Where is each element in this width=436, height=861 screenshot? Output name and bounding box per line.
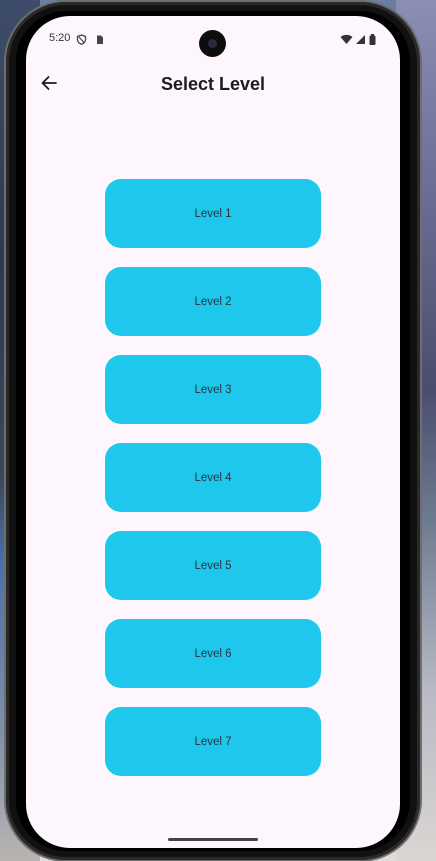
app-screen: 5:20 Select Level Level 1 Level 2 Level … bbox=[26, 16, 400, 848]
level-label: Level 7 bbox=[194, 735, 232, 748]
page-title: Select Level bbox=[160, 74, 266, 94]
home-indicator[interactable] bbox=[168, 838, 258, 841]
level-7-button[interactable]: Level 7 bbox=[105, 707, 321, 776]
level-label: Level 6 bbox=[194, 647, 232, 660]
level-label: Level 4 bbox=[194, 471, 232, 484]
level-label: Level 1 bbox=[194, 207, 232, 220]
level-6-button[interactable]: Level 6 bbox=[105, 619, 321, 688]
app-bar: Select Level bbox=[26, 64, 400, 104]
battery-icon bbox=[369, 32, 380, 45]
level-label: Level 3 bbox=[194, 383, 232, 396]
sim-card-icon bbox=[94, 32, 105, 44]
level-5-button[interactable]: Level 5 bbox=[105, 531, 321, 600]
wifi-icon bbox=[340, 32, 353, 44]
level-3-button[interactable]: Level 3 bbox=[105, 355, 321, 424]
level-label: Level 5 bbox=[194, 559, 232, 572]
signal-icon bbox=[355, 32, 366, 44]
level-4-button[interactable]: Level 4 bbox=[105, 443, 321, 512]
front-camera bbox=[199, 30, 226, 57]
status-time: 5:20 bbox=[49, 32, 71, 44]
level-2-button[interactable]: Level 2 bbox=[105, 267, 321, 336]
status-bar: 5:20 bbox=[26, 16, 400, 60]
level-list: Level 1 Level 2 Level 3 Level 4 Level 5 … bbox=[105, 179, 321, 795]
level-1-button[interactable]: Level 1 bbox=[105, 179, 321, 248]
level-label: Level 2 bbox=[194, 295, 232, 308]
shield-icon bbox=[76, 32, 87, 45]
